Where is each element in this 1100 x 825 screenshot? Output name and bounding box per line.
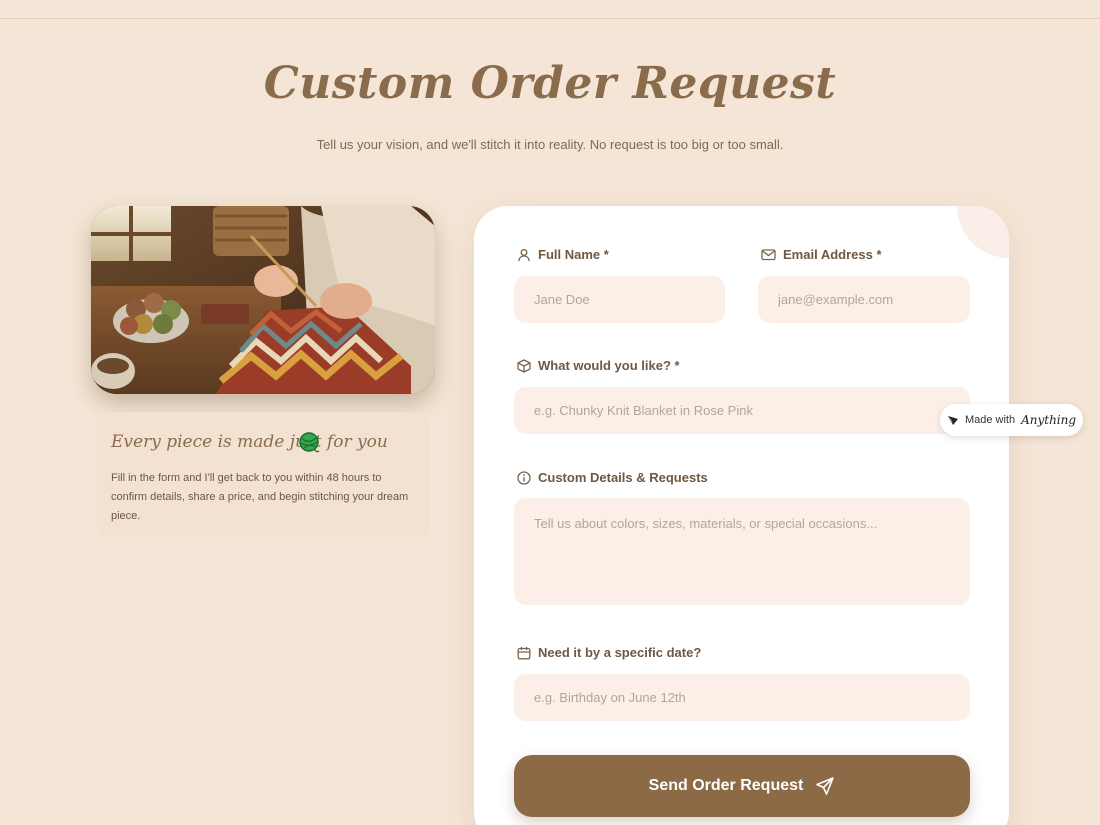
- corner-decoration: [957, 206, 1009, 258]
- item-input[interactable]: [534, 403, 950, 418]
- badge-brand: Anything: [1021, 413, 1077, 427]
- badge-prefix: Made with: [964, 414, 1016, 426]
- box-icon: [517, 358, 531, 373]
- item-label-text: What would you like? *: [538, 358, 680, 373]
- date-input[interactable]: [534, 690, 950, 705]
- date-label: Need it by a specific date?: [517, 645, 701, 660]
- details-label: Custom Details & Requests: [517, 470, 708, 485]
- top-divider: [0, 18, 1100, 19]
- full-name-input[interactable]: [534, 292, 705, 307]
- email-field[interactable]: [758, 276, 970, 323]
- made-with-badge[interactable]: Made with Anything: [940, 404, 1083, 436]
- full-name-label-text: Full Name *: [538, 247, 609, 262]
- send-order-button[interactable]: Send Order Request: [514, 755, 970, 817]
- yarn-ball-icon: [298, 432, 320, 459]
- info-icon: [517, 470, 531, 485]
- item-field[interactable]: [514, 387, 970, 434]
- email-input[interactable]: [778, 292, 950, 307]
- date-field[interactable]: [514, 674, 970, 721]
- date-label-text: Need it by a specific date?: [538, 645, 702, 660]
- email-label-text: Email Address *: [783, 247, 882, 262]
- intro-heading: Every piece is made just for you: [111, 432, 388, 452]
- anything-logo-icon: [947, 416, 958, 425]
- knitting-photo: [91, 206, 435, 394]
- details-textarea[interactable]: [534, 516, 950, 561]
- full-name-field[interactable]: [514, 276, 725, 323]
- details-field[interactable]: [514, 498, 970, 605]
- calendar-icon: [517, 646, 531, 659]
- user-icon: [518, 248, 530, 261]
- details-label-text: Custom Details & Requests: [538, 470, 708, 485]
- full-name-label: Full Name *: [517, 247, 609, 262]
- send-order-button-label: Send Order Request: [648, 777, 804, 794]
- email-label: Email Address *: [761, 247, 882, 262]
- page-title: Custom Order Request: [263, 58, 837, 109]
- item-label: What would you like? *: [517, 358, 680, 373]
- send-icon: [816, 777, 835, 795]
- page-subtitle: Tell us your vision, and we'll stitch it…: [316, 137, 784, 152]
- intro-text: Fill in the form and I'll get back to yo…: [111, 472, 409, 522]
- mail-icon: [761, 249, 776, 261]
